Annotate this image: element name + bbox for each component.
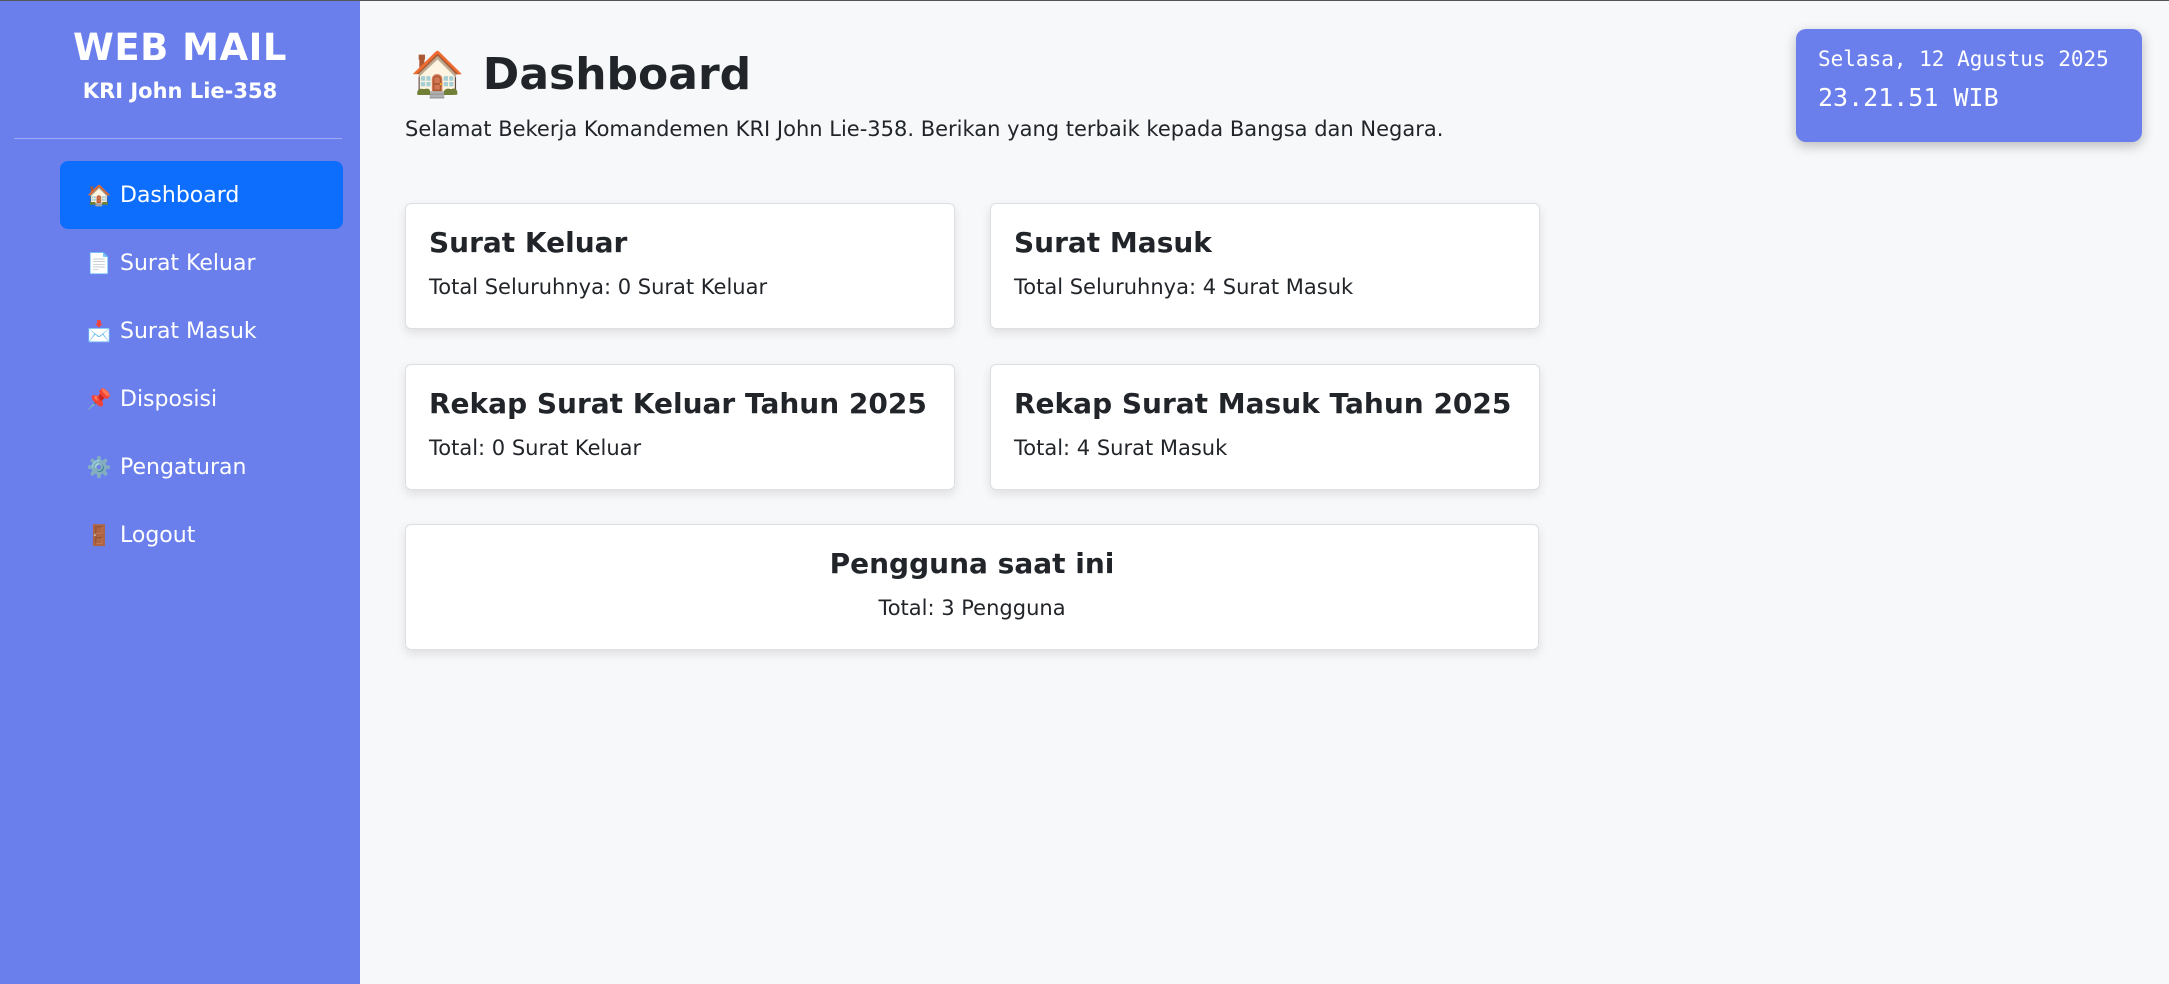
card-pengguna: Pengguna saat ini Total: 3 Pengguna (405, 524, 1539, 650)
house-icon: 🏠 (86, 183, 112, 207)
door-icon: 🚪 (86, 523, 112, 547)
sidebar-item-logout[interactable]: 🚪 Logout (60, 501, 343, 569)
welcome-message: Selamat Bekerja Komandemen KRI John Lie-… (405, 117, 1444, 141)
card-title: Pengguna saat ini (829, 547, 1115, 580)
card-text: Total Seluruhnya: 0 Surat Keluar (429, 275, 768, 299)
card-text: Total Seluruhnya: 4 Surat Masuk (1014, 275, 1354, 299)
sidebar-item-surat-masuk[interactable]: 📩 Surat Masuk (60, 297, 343, 365)
sidebar-item-label: Surat Masuk (120, 318, 257, 344)
document-icon: 📄 (86, 251, 112, 275)
house-icon: 🏠 (410, 49, 465, 100)
sidebar-divider (14, 138, 342, 139)
inbox-icon: 📩 (86, 319, 112, 343)
gear-icon: ⚙️ (86, 455, 112, 479)
sidebar-item-pengaturan[interactable]: ⚙️ Pengaturan (60, 433, 343, 501)
sidebar-item-label: Surat Keluar (120, 250, 256, 276)
sidebar-item-label: Disposisi (120, 386, 218, 412)
window-top-border (0, 0, 2169, 1)
card-title: Surat Masuk (1014, 226, 1212, 259)
card-title: Surat Keluar (429, 226, 628, 259)
sidebar-item-label: Pengaturan (120, 454, 247, 480)
pushpin-icon: 📌 (86, 387, 112, 411)
card-surat-masuk: Surat Masuk Total Seluruhnya: 4 Surat Ma… (990, 203, 1540, 329)
app-title: WEB MAIL (73, 26, 287, 69)
page-title-text: Dashboard (482, 48, 752, 100)
card-text: Total: 0 Surat Keluar (429, 436, 642, 460)
card-text: Total: 3 Pengguna (878, 596, 1066, 620)
page-title: 🏠 Dashboard (410, 48, 752, 101)
card-title: Rekap Surat Masuk Tahun 2025 (1014, 387, 1512, 420)
clock-date: Selasa, 12 Agustus 2025 (1818, 47, 2109, 71)
ship-name: KRI John Lie-358 (82, 79, 278, 103)
sidebar-item-dashboard[interactable]: 🏠 Dashboard (60, 161, 343, 229)
sidebar-item-label: Logout (120, 522, 196, 548)
sidebar-nav: 🏠 Dashboard 📄 Surat Keluar 📩 Surat Masuk… (60, 161, 343, 569)
clock-time: 23.21.51 WIB (1818, 83, 1999, 112)
card-rekap-surat-masuk: Rekap Surat Masuk Tahun 2025 Total: 4 Su… (990, 364, 1540, 490)
card-surat-keluar: Surat Keluar Total Seluruhnya: 0 Surat K… (405, 203, 955, 329)
sidebar-item-surat-keluar[interactable]: 📄 Surat Keluar (60, 229, 343, 297)
sidebar-item-label: Dashboard (120, 182, 240, 208)
card-text: Total: 4 Surat Masuk (1014, 436, 1228, 460)
clock-widget: Selasa, 12 Agustus 2025 23.21.51 WIB (1796, 29, 2142, 142)
card-title: Rekap Surat Keluar Tahun 2025 (429, 387, 927, 420)
card-rekap-surat-keluar: Rekap Surat Keluar Tahun 2025 Total: 0 S… (405, 364, 955, 490)
sidebar-item-disposisi[interactable]: 📌 Disposisi (60, 365, 343, 433)
sidebar: WEB MAIL KRI John Lie-358 🏠 Dashboard 📄 … (0, 0, 360, 984)
